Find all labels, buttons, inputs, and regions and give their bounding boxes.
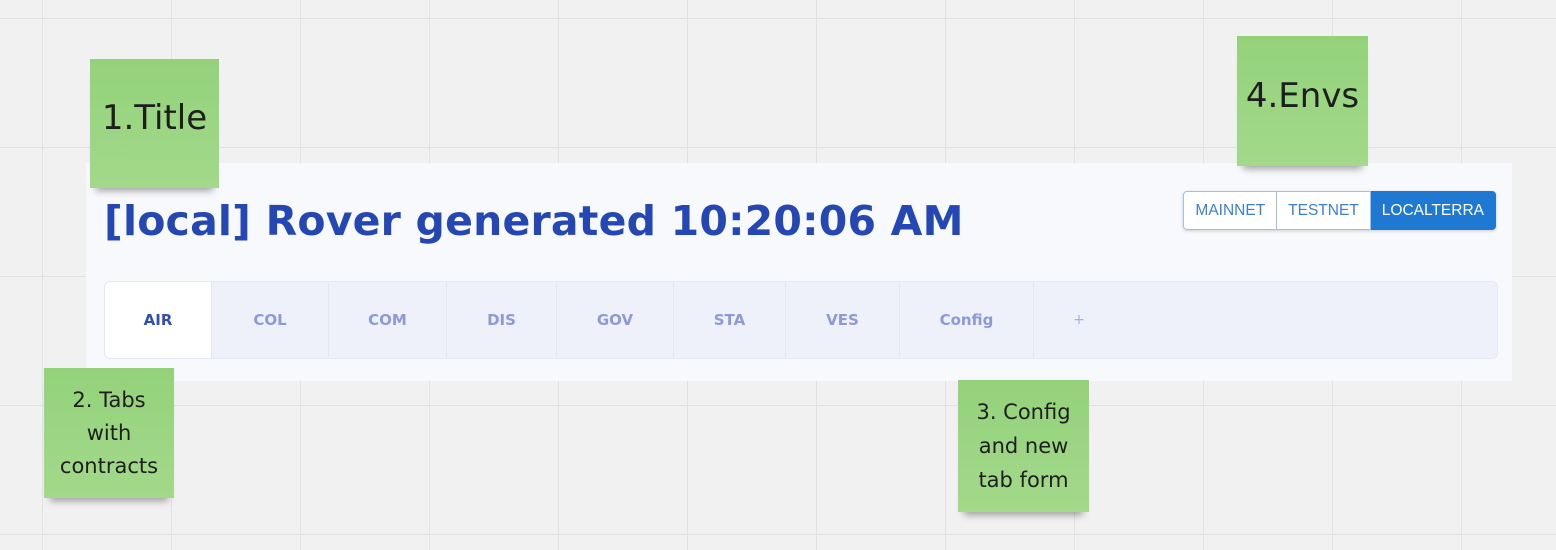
tab-dis[interactable]: DIS	[447, 282, 557, 358]
sticky-note-tabs[interactable]: 2. Tabs with contracts	[44, 368, 174, 498]
contract-tabs: AIR COL COM DIS GOV STA VES Config +	[104, 281, 1498, 359]
sticky-note-config[interactable]: 3. Config and new tab form	[958, 380, 1089, 512]
env-button-localterra[interactable]: LOCALTERRA	[1370, 191, 1496, 230]
tab-sta[interactable]: STA	[674, 282, 786, 358]
tab-gov[interactable]: GOV	[557, 282, 674, 358]
tab-com[interactable]: COM	[329, 282, 447, 358]
tab-col[interactable]: COL	[212, 282, 329, 358]
env-button-testnet[interactable]: TESTNET	[1277, 191, 1371, 230]
environment-switcher: MAINNET TESTNET LOCALTERRA	[1183, 191, 1496, 230]
sticky-note-title[interactable]: 1.Title	[90, 59, 219, 188]
tab-ves[interactable]: VES	[786, 282, 900, 358]
app-header-panel: [local] Rover generated 10:20:06 AM MAIN…	[86, 163, 1512, 381]
env-button-mainnet[interactable]: MAINNET	[1183, 191, 1278, 230]
sticky-note-text: 1.Title	[101, 97, 208, 138]
sticky-note-envs[interactable]: 4.Envs	[1237, 36, 1368, 166]
tab-add-new[interactable]: +	[1034, 282, 1124, 358]
sticky-note-text: 4.Envs	[1245, 76, 1360, 116]
tab-config[interactable]: Config	[900, 282, 1034, 358]
tab-air[interactable]: AIR	[105, 282, 212, 358]
sticky-note-text: 2. Tabs with contracts	[59, 387, 159, 478]
page-title: [local] Rover generated 10:20:06 AM	[104, 197, 964, 245]
sticky-note-text: 3. Config and new tab form	[976, 400, 1071, 492]
